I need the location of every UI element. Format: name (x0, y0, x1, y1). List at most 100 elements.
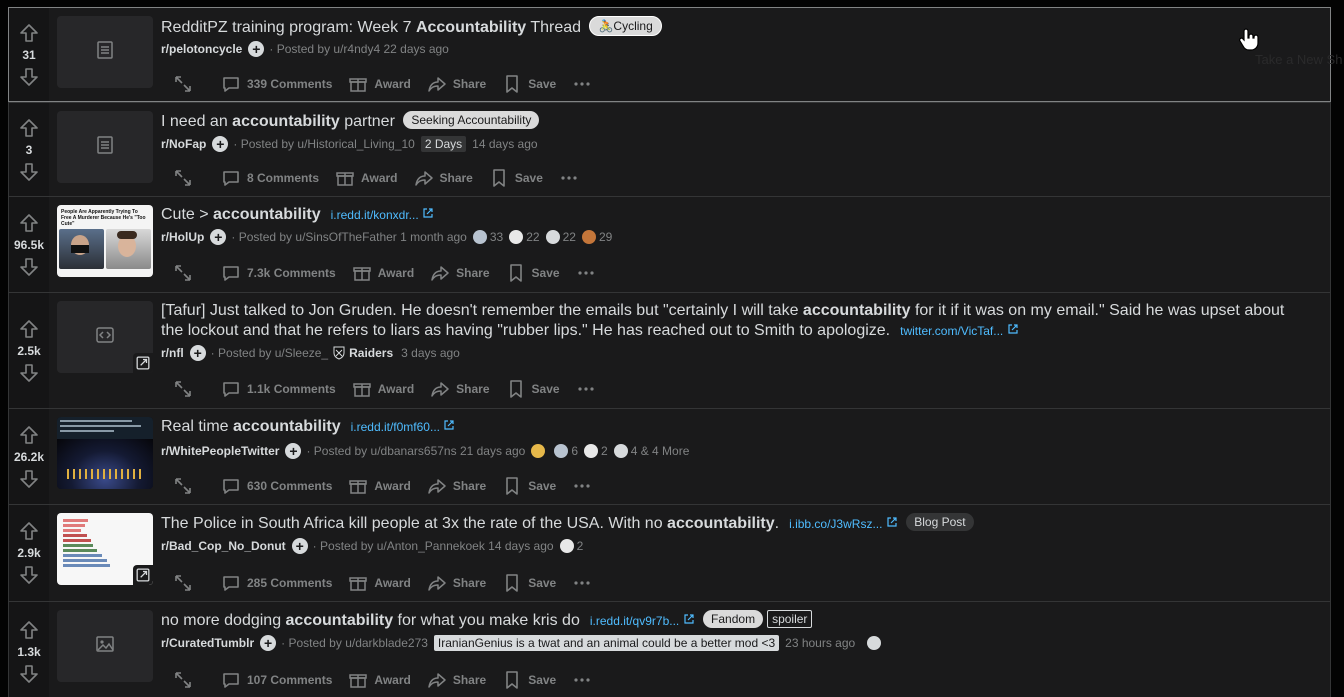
author-link[interactable]: u/darkblade273 (345, 635, 428, 651)
comments-button[interactable]: 7.3k Comments (213, 257, 344, 289)
save-button[interactable]: Save (498, 257, 568, 289)
post-card[interactable]: 96.5k People Are Apparently Trying To Fr… (8, 196, 1331, 292)
award-icon[interactable]: 2 (584, 443, 608, 459)
award-icon[interactable]: 6 (554, 443, 578, 459)
author-link[interactable]: u/Historical_Living_10 (297, 136, 414, 152)
downvote-icon[interactable] (17, 255, 41, 279)
post-card[interactable]: 26.2k Real time accountability i.redd.it/… (8, 408, 1331, 504)
post-card[interactable]: 3 I need an accountability partner Seeki… (8, 102, 1331, 196)
join-plus-icon[interactable]: + (189, 345, 206, 361)
share-button[interactable]: Share (419, 68, 494, 100)
subreddit-link[interactable]: r/Bad_Cop_No_Donut (161, 538, 286, 554)
save-button[interactable]: Save (498, 373, 568, 405)
award-button[interactable]: Award (344, 257, 422, 289)
downvote-icon[interactable] (17, 563, 41, 587)
comments-button[interactable]: 285 Comments (213, 567, 340, 599)
comments-button[interactable]: 339 Comments (213, 68, 340, 100)
upvote-icon[interactable] (17, 211, 41, 235)
more-options-icon[interactable] (564, 470, 606, 502)
post-title[interactable]: Real time accountability i.redd.it/f0mf60… (161, 417, 1330, 437)
comments-button[interactable]: 8 Comments (213, 162, 327, 194)
award-icon[interactable]: 4 & 4 More (613, 443, 689, 459)
upvote-icon[interactable] (17, 116, 41, 140)
more-options-icon[interactable] (551, 162, 593, 194)
downvote-icon[interactable] (17, 662, 41, 686)
share-button[interactable]: Share (419, 567, 494, 599)
upvote-icon[interactable] (17, 423, 41, 447)
award-icon[interactable]: 22 (509, 229, 540, 245)
author-link[interactable]: u/Anton_Pannekoek (377, 538, 485, 554)
share-button[interactable]: Share (406, 162, 481, 194)
award-icon[interactable]: 33 (472, 229, 503, 245)
upvote-icon[interactable] (17, 519, 41, 543)
comments-button[interactable]: 107 Comments (213, 664, 340, 696)
award-icon[interactable]: 22 (545, 229, 576, 245)
award-icon[interactable] (861, 636, 884, 650)
author-link[interactable]: u/dbanars657ns (371, 443, 457, 459)
award-icon[interactable]: 2 (559, 538, 583, 554)
expand-icon[interactable] (165, 257, 207, 289)
more-options-icon[interactable] (564, 567, 606, 599)
award-icon[interactable] (531, 444, 548, 458)
award-button[interactable]: Award (340, 567, 418, 599)
thumbnail[interactable] (57, 111, 153, 183)
author-link[interactable]: u/SinsOfTheFather (295, 229, 396, 245)
thumbnail[interactable] (57, 610, 153, 682)
upvote-icon[interactable] (17, 317, 41, 341)
join-plus-icon[interactable]: + (210, 229, 227, 245)
award-icon[interactable]: 29 (581, 229, 612, 245)
subreddit-link[interactable]: r/WhitePeopleTwitter (161, 443, 279, 459)
post-title[interactable]: [Tafur] Just talked to Jon Gruden. He do… (161, 301, 1330, 341)
downvote-icon[interactable] (17, 467, 41, 491)
subreddit-link[interactable]: r/HolUp (161, 229, 204, 245)
more-options-icon[interactable] (564, 664, 606, 696)
external-link[interactable]: twitter.com/VicTaf... (900, 324, 1019, 338)
expand-icon[interactable] (165, 162, 207, 194)
post-card[interactable]: 2.5k [Tafur] Just talked to Jon Gruden. … (8, 292, 1331, 408)
post-flair[interactable]: Seeking Accountability (403, 111, 540, 129)
post-title[interactable]: I need an accountability partner Seeking… (161, 111, 1330, 132)
join-plus-icon[interactable]: + (285, 443, 302, 459)
thumbnail[interactable] (57, 417, 153, 489)
share-button[interactable]: Share (419, 470, 494, 502)
more-options-icon[interactable] (568, 257, 610, 289)
post-title[interactable]: The Police in South Africa kill people a… (161, 513, 1330, 534)
post-title[interactable]: RedditPZ training program: Week 7 Accoun… (161, 16, 1330, 38)
more-options-icon[interactable] (564, 68, 606, 100)
author-link[interactable]: u/r4ndy4 (333, 41, 380, 57)
post-title[interactable]: Cute > accountability i.redd.it/konxdr... (161, 205, 1330, 225)
post-card[interactable]: 1.3k no more dodging accountability for … (8, 601, 1331, 697)
award-button[interactable]: Award (344, 373, 422, 405)
external-link[interactable]: i.redd.it/konxdr... (331, 208, 434, 222)
downvote-icon[interactable] (17, 65, 41, 89)
award-button[interactable]: Award (327, 162, 405, 194)
share-button[interactable]: Share (422, 373, 497, 405)
save-button[interactable]: Save (494, 664, 564, 696)
expand-icon[interactable] (165, 567, 207, 599)
more-options-icon[interactable] (568, 373, 610, 405)
thumbnail[interactable] (57, 16, 153, 88)
comments-button[interactable]: 630 Comments (213, 470, 340, 502)
expand-icon[interactable] (165, 373, 207, 405)
post-flair[interactable]: Fandom (703, 610, 764, 628)
post-card[interactable]: 2.9k The Police in South Africa kill peo… (8, 504, 1331, 601)
expand-icon[interactable] (165, 68, 207, 100)
subreddit-link[interactable]: r/pelotoncycle (161, 41, 242, 57)
award-button[interactable]: Award (340, 470, 418, 502)
downvote-icon[interactable] (17, 361, 41, 385)
save-button[interactable]: Save (494, 567, 564, 599)
post-flair[interactable]: 🚴Cycling (589, 16, 662, 36)
save-button[interactable]: Save (494, 470, 564, 502)
subreddit-link[interactable]: r/NoFap (161, 136, 206, 152)
subreddit-link[interactable]: r/nfl (161, 345, 184, 361)
post-flair[interactable]: Blog Post (906, 513, 974, 531)
external-link[interactable]: i.ibb.co/J3wRsz... (789, 517, 898, 531)
upvote-icon[interactable] (17, 618, 41, 642)
post-card[interactable]: 31 RedditPZ training program: Week 7 Acc… (8, 7, 1331, 102)
external-link[interactable]: i.redd.it/f0mf60... (351, 420, 456, 434)
share-button[interactable]: Share (419, 664, 494, 696)
thumbnail[interactable] (57, 513, 153, 585)
award-button[interactable]: Award (340, 664, 418, 696)
subreddit-link[interactable]: r/CuratedTumblr (161, 635, 254, 651)
thumbnail[interactable]: People Are Apparently Trying To Free A M… (57, 205, 153, 277)
